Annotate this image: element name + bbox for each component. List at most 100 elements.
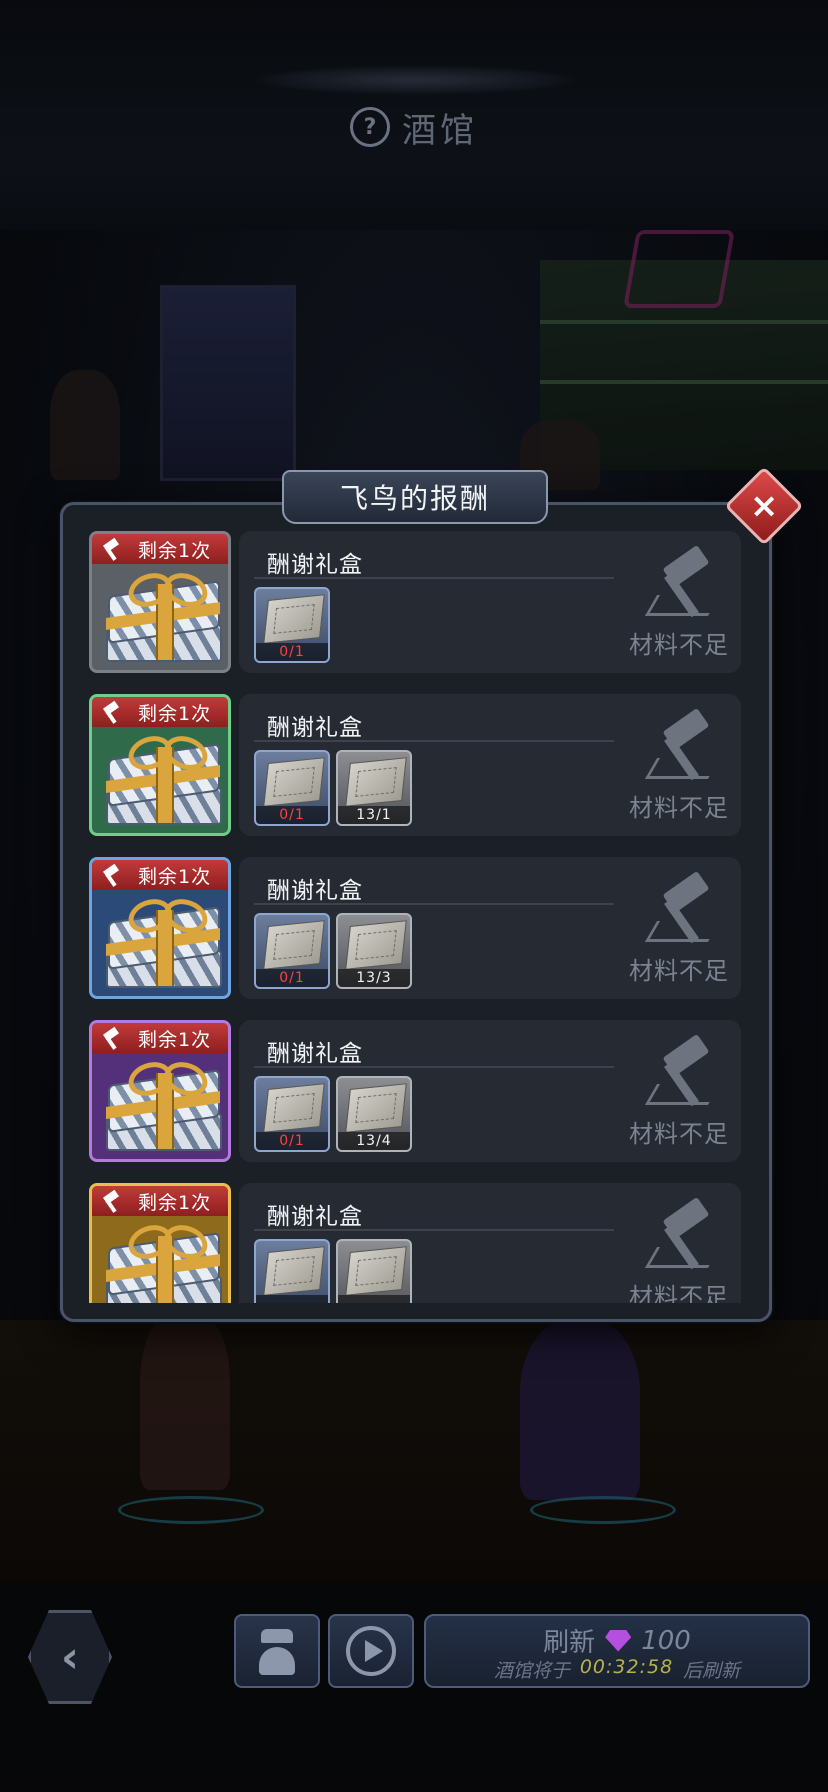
refresh-timer: 酒馆将于 00:32:58 后刷新: [426, 1656, 808, 1683]
material-count: 13/1: [338, 806, 410, 824]
insufficient-label: 材料不足: [629, 794, 729, 822]
refresh-cost: 100: [641, 1625, 691, 1656]
gift-box-slot[interactable]: 剩余1次: [89, 1183, 231, 1303]
remaining-tag: 剩余1次: [92, 1186, 228, 1216]
material-count: 0/1: [256, 969, 328, 987]
blueprint-icon: [263, 1246, 325, 1296]
hammer-icon: [643, 1033, 723, 1114]
material-count: 0/1: [256, 643, 328, 661]
material-count: 0/1: [256, 1132, 328, 1150]
item-title: 酬谢礼盒: [267, 552, 363, 578]
gem-icon: [605, 1629, 632, 1652]
divider: [254, 740, 614, 742]
hammer-icon: [100, 1027, 124, 1049]
craft-button[interactable]: 材料不足: [617, 1030, 741, 1150]
divider: [254, 903, 614, 905]
material-count: 13/3: [338, 969, 410, 987]
spy-icon: [255, 1625, 299, 1677]
timer-prefix: 酒馆将于: [493, 1660, 570, 1682]
gift-box-slot[interactable]: 剩余1次: [89, 531, 231, 673]
hammer-icon: [643, 870, 723, 951]
gift-box-icon: [102, 1056, 224, 1151]
remaining-count: 剩余1次: [138, 702, 212, 725]
page-title: 酒馆: [402, 110, 478, 151]
insufficient-label: 材料不足: [629, 957, 729, 985]
play-icon: [346, 1626, 396, 1676]
material-slot[interactable]: 0/1: [254, 1076, 330, 1152]
hammer-icon: [643, 544, 723, 625]
blueprint-icon: [345, 1246, 407, 1296]
insufficient-label: 材料不足: [629, 1120, 729, 1148]
hammer-icon: [100, 701, 124, 723]
craft-button[interactable]: 材料不足: [617, 541, 741, 661]
reward-item: 剩余1次 酬谢礼盒 0/1 13/1 材料不足: [89, 694, 741, 836]
remaining-count: 剩余1次: [138, 1191, 212, 1214]
blueprint-icon: [263, 920, 325, 970]
help-icon[interactable]: ?: [350, 107, 390, 147]
top-title-bar: ? 酒馆: [0, 102, 828, 152]
remaining-count: 剩余1次: [138, 1028, 212, 1051]
hammer-icon: [643, 707, 723, 788]
material-slot[interactable]: 0/1: [254, 913, 330, 989]
refresh-button[interactable]: 刷新 100 酒馆将于 00:32:58 后刷新: [424, 1614, 810, 1688]
back-arrow-icon: ‹: [60, 1631, 80, 1683]
craft-button[interactable]: 材料不足: [617, 867, 741, 987]
item-title: 酬谢礼盒: [267, 878, 363, 904]
close-icon: ×: [749, 486, 779, 526]
video-button[interactable]: [328, 1614, 414, 1688]
spy-button[interactable]: [234, 1614, 320, 1688]
reward-item: 剩余1次 酬谢礼盒 0/1 材料不足: [89, 531, 741, 673]
craft-button[interactable]: 材料不足: [617, 1193, 741, 1303]
gift-box-icon: [102, 730, 224, 825]
hammer-icon: [100, 1190, 124, 1212]
gift-box-icon: [102, 1219, 224, 1303]
blueprint-icon: [345, 757, 407, 807]
reward-item: 剩余1次 酬谢礼盒 0/1 13/3 材料不足: [89, 857, 741, 999]
timer-suffix: 后刷新: [683, 1660, 741, 1682]
hammer-icon: [100, 864, 124, 886]
remaining-tag: 剩余1次: [92, 1023, 228, 1053]
insufficient-label: 材料不足: [629, 631, 729, 659]
material-count: 0/1: [256, 806, 328, 824]
remaining-tag: 剩余1次: [92, 534, 228, 564]
material-slot[interactable]: 13/3: [336, 913, 412, 989]
remaining-tag: 剩余1次: [92, 860, 228, 890]
divider: [254, 1066, 614, 1068]
reward-item: 剩余1次 酬谢礼盒 0/1 13/4 材料不足: [89, 1020, 741, 1162]
blueprint-icon: [263, 1083, 325, 1133]
gift-box-slot[interactable]: 剩余1次: [89, 857, 231, 999]
gift-box-slot[interactable]: 剩余1次: [89, 1020, 231, 1162]
item-title: 酬谢礼盒: [267, 715, 363, 741]
refresh-row: 刷新 100: [426, 1622, 808, 1659]
insufficient-label: 材料不足: [629, 1283, 729, 1303]
craft-button[interactable]: 材料不足: [617, 704, 741, 824]
item-title: 酬谢礼盒: [267, 1204, 363, 1230]
material-slot[interactable]: 0/1: [254, 750, 330, 826]
remaining-count: 剩余1次: [138, 865, 212, 888]
hammer-icon: [100, 538, 124, 560]
hammer-icon: [643, 1196, 723, 1277]
gift-box-slot[interactable]: 剩余1次: [89, 694, 231, 836]
material-slot[interactable]: 13/1: [336, 750, 412, 826]
material-slot[interactable]: [254, 1239, 330, 1303]
reward-item: 剩余1次 酬谢礼盒 材料不足: [89, 1183, 741, 1303]
blueprint-icon: [263, 594, 325, 644]
material-count: 13/4: [338, 1132, 410, 1150]
timer-time: 00:32:58: [579, 1656, 674, 1678]
material-count: [338, 1295, 410, 1303]
blueprint-icon: [345, 920, 407, 970]
remaining-tag: 剩余1次: [92, 697, 228, 727]
reward-modal: 剩余1次 酬谢礼盒 0/1 材料不足 剩余1次 酬谢礼盒 0/1 13/1 材料…: [60, 502, 772, 1322]
remaining-count: 剩余1次: [138, 539, 212, 562]
modal-title: 飞鸟的报酬: [282, 470, 548, 524]
refresh-label: 刷新: [543, 1628, 596, 1658]
divider: [254, 577, 614, 579]
material-count: [256, 1295, 328, 1303]
gift-box-icon: [102, 893, 224, 988]
material-slot[interactable]: 0/1: [254, 587, 330, 663]
material-slot[interactable]: 13/4: [336, 1076, 412, 1152]
reward-list[interactable]: 剩余1次 酬谢礼盒 0/1 材料不足 剩余1次 酬谢礼盒 0/1 13/1 材料…: [89, 531, 741, 1303]
item-title: 酬谢礼盒: [267, 1041, 363, 1067]
blueprint-icon: [345, 1083, 407, 1133]
material-slot[interactable]: [336, 1239, 412, 1303]
